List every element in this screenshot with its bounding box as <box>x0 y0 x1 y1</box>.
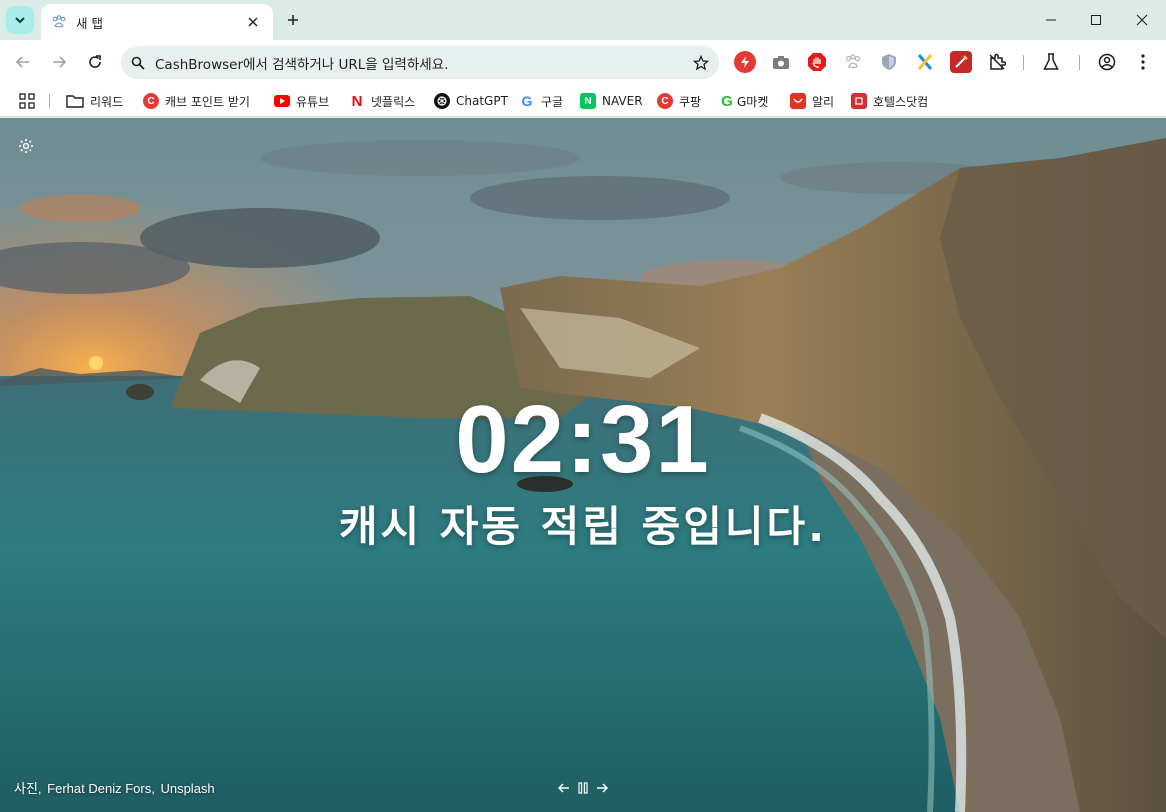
new-tab-button[interactable] <box>281 8 305 32</box>
chatgpt-icon <box>434 93 450 109</box>
arrow-right-icon <box>53 56 67 68</box>
coupang-icon: C <box>657 93 673 109</box>
bookmark-label: 유튜브 <box>296 94 330 109</box>
aliexpress-icon <box>790 93 806 109</box>
next-photo-button[interactable] <box>594 780 610 796</box>
bookmark-chatgpt[interactable]: ChatGPT <box>434 90 508 112</box>
bookmark-google[interactable]: G 구글 <box>519 90 564 112</box>
toolbar-separator <box>1079 55 1080 70</box>
hotels-icon <box>851 93 867 109</box>
bookmark-label: G마켓 <box>737 94 769 109</box>
camera-icon[interactable] <box>770 51 792 73</box>
bookmark-youtube[interactable]: 유튜브 <box>274 90 329 112</box>
shield-icon[interactable] <box>878 51 900 73</box>
tab-new-tab[interactable]: 새 탭 <box>41 4 273 40</box>
bookmark-label: NAVER <box>602 94 643 108</box>
folder-icon <box>66 93 84 109</box>
netflix-icon: N <box>351 92 363 110</box>
bookmark-label: 리워드 <box>90 94 124 109</box>
minimize-icon <box>1046 19 1056 21</box>
bookmark-cash-points[interactable]: C 캐브 포인트 받기 <box>143 90 250 112</box>
close-window-button[interactable] <box>1119 0 1165 40</box>
bookmark-label: 쿠팡 <box>679 94 702 109</box>
maximize-icon <box>1091 15 1101 25</box>
tab-title: 새 탭 <box>76 15 103 31</box>
bookmark-label: 알리 <box>812 94 835 109</box>
bookmark-coupang[interactable]: C 쿠팡 <box>657 90 701 112</box>
apps-button[interactable] <box>19 90 35 112</box>
maximize-button[interactable] <box>1073 0 1119 40</box>
menu-kebab-icon[interactable] <box>1132 51 1154 73</box>
bookmarks-separator <box>49 94 50 108</box>
toolbar: CashBrowser에서 검색하거나 URL을 입력하세요. <box>0 40 1166 84</box>
bookmark-label: ChatGPT <box>456 94 508 108</box>
new-tab-page: 02:31 캐시 자동 적립 중입니다. 사진, Ferhat Deniz Fo… <box>0 118 1166 812</box>
plus-icon <box>288 15 298 25</box>
cash-status-tagline: 캐시 자동 적립 중입니다. <box>338 502 828 551</box>
toolbar-separator <box>1023 55 1024 70</box>
reload-icon <box>89 55 101 68</box>
adblock-icon[interactable] <box>806 51 828 73</box>
cashbrowser-icon: C <box>143 93 159 109</box>
address-bar-placeholder: CashBrowser에서 검색하거나 URL을 입력하세요. <box>155 56 449 73</box>
arrow-left-icon <box>15 56 29 68</box>
tab-search-button[interactable] <box>6 6 34 34</box>
bookmark-naver[interactable]: N NAVER <box>580 90 643 112</box>
youtube-icon <box>274 95 290 107</box>
minimize-button[interactable] <box>1028 0 1074 40</box>
credit-prefix: 사진, <box>14 781 42 796</box>
bookmark-aliexpress[interactable]: 알리 <box>790 90 834 112</box>
x-extension-icon[interactable] <box>914 51 936 73</box>
gmarket-icon: G <box>721 92 733 110</box>
close-icon <box>248 17 258 27</box>
gear-icon <box>19 139 33 153</box>
previous-photo-button[interactable] <box>556 780 572 796</box>
bookmarks-bar: 리워드 C 캐브 포인트 받기 유튜브 N 넷플릭스 ChatGPT G 구글 … <box>0 84 1166 117</box>
pause-slideshow-button[interactable] <box>575 780 591 796</box>
paw-icon <box>51 14 67 30</box>
bookmark-label: 넷플릭스 <box>371 94 416 109</box>
bookmark-label: 호텔스닷컴 <box>873 94 929 109</box>
chevron-down-icon <box>15 17 25 24</box>
credit-source[interactable]: Unsplash <box>160 781 214 796</box>
tab-strip: 새 탭 <box>0 0 1166 40</box>
forward-button[interactable] <box>45 48 73 76</box>
arrow-left-icon <box>558 783 569 793</box>
back-button[interactable] <box>9 48 37 76</box>
address-bar[interactable]: CashBrowser에서 검색하거나 URL을 입력하세요. <box>121 46 719 79</box>
apps-grid-icon <box>19 93 35 109</box>
extensions-puzzle-icon[interactable] <box>986 51 1008 73</box>
naver-icon: N <box>580 93 596 109</box>
cashbrowser-extension-icon[interactable] <box>734 51 756 73</box>
bookmark-netflix[interactable]: N 넷플릭스 <box>349 90 416 112</box>
settings-button[interactable] <box>16 136 36 156</box>
close-icon <box>1136 14 1148 26</box>
close-tab-button[interactable] <box>243 12 263 32</box>
bookmark-label: 구글 <box>541 94 564 109</box>
pencil-extension-icon[interactable] <box>950 51 972 73</box>
reload-button[interactable] <box>81 48 109 76</box>
star-icon[interactable] <box>693 54 709 71</box>
photo-credit: 사진, Ferhat Deniz Fors, Unsplash <box>14 778 217 797</box>
search-icon <box>131 56 145 70</box>
bookmark-label: 캐브 포인트 받기 <box>165 94 250 109</box>
labs-flask-icon[interactable] <box>1040 51 1062 73</box>
pause-icon <box>578 782 588 794</box>
clock: 02:31 <box>455 386 711 493</box>
google-icon: G <box>521 93 533 109</box>
bookmark-hotels[interactable]: 호텔스닷컴 <box>851 90 928 112</box>
bookmark-gmarket[interactable]: G G마켓 <box>719 90 768 112</box>
profile-avatar-icon[interactable] <box>1096 51 1118 73</box>
credit-author[interactable]: Ferhat Deniz Fors, <box>47 781 155 796</box>
paw-extension-icon[interactable] <box>842 51 864 73</box>
arrow-right-icon <box>597 783 608 793</box>
bookmark-reward-folder[interactable]: 리워드 <box>66 90 123 112</box>
